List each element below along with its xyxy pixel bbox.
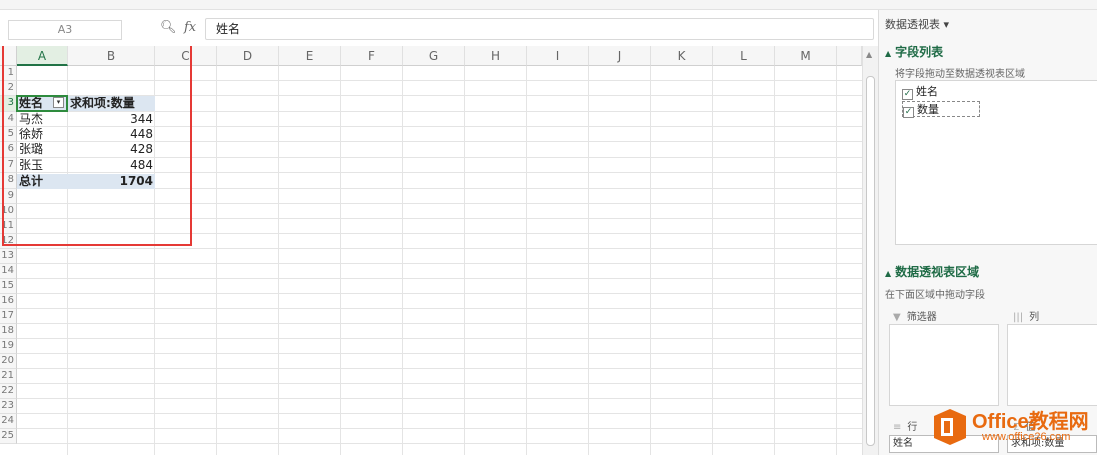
zoom-icon[interactable]: 🔍︎: [160, 20, 178, 38]
formula-bar: A3 🔍︎ fx 姓名: [0, 12, 878, 46]
spreadsheet-grid: A B C D E F G H I J K L M 1 2 3 4 5 6 7 8 9 10 11 12 13 14 15 16 17 18…: [0, 46, 862, 455]
grid-vline: [588, 66, 589, 455]
row-header[interactable]: 18: [0, 324, 17, 339]
column-header[interactable]: F: [341, 46, 403, 66]
grid-vline: [340, 66, 341, 455]
column-header[interactable]: I: [527, 46, 589, 66]
column-header[interactable]: E: [279, 46, 341, 66]
watermark-url: www.office26.com: [982, 431, 1071, 443]
watermark-title: Office教程网: [972, 411, 1089, 433]
column-header[interactable]: D: [217, 46, 279, 66]
field-label: 数量: [917, 103, 939, 116]
scrollbar-thumb[interactable]: [866, 76, 875, 446]
row-header[interactable]: 17: [0, 309, 17, 324]
grid-vline: [712, 66, 713, 455]
row-zone-label: ≡ 行: [893, 418, 917, 433]
field-item-name[interactable]: ✓ 姓名: [902, 84, 938, 100]
top-toolbar-strip: [0, 0, 1097, 10]
grid-hline: [17, 413, 862, 414]
grid-hline: [17, 293, 862, 294]
row-header[interactable]: 25: [0, 429, 17, 444]
field-list-title-text: 字段列表: [895, 45, 944, 59]
grid-hline: [17, 443, 862, 444]
column-zone-label: ||| 列: [1013, 308, 1039, 323]
row-header[interactable]: 19: [0, 339, 17, 354]
column-header[interactable]: K: [651, 46, 713, 66]
grid-hline: [17, 248, 862, 249]
column-header[interactable]: J: [589, 46, 651, 66]
grid-hline: [17, 263, 862, 264]
office-logo-icon: [934, 409, 966, 445]
name-box[interactable]: A3: [8, 20, 122, 40]
filter-zone-label: ▼ 筛选器: [893, 308, 937, 323]
field-list-box: ✓ 姓名 ✓ 数量: [895, 80, 1097, 245]
field-list-hint: 将字段拖动至数据透视表区域: [895, 69, 1025, 80]
pivot-task-pane: 数据透视表 ▾ ▲ 字段列表 将字段拖动至数据透视表区域 ✓ 姓名 ✓ 数量 ▲ 数据透…: [878, 10, 1097, 455]
highlight-annotation-box: [2, 46, 192, 246]
field-item-quantity[interactable]: ✓ 数量: [902, 101, 980, 118]
areas-hint: 在下面区域中拖动字段: [885, 290, 985, 301]
column-drop-zone[interactable]: [1007, 324, 1097, 406]
column-header[interactable]: G: [403, 46, 465, 66]
grid-hline: [17, 428, 862, 429]
pane-title[interactable]: 数据透视表 ▾: [885, 16, 949, 32]
grid-hline: [17, 368, 862, 369]
row-header[interactable]: 22: [0, 384, 17, 399]
grid-vline: [278, 66, 279, 455]
grid-hline: [17, 308, 862, 309]
row-header[interactable]: 21: [0, 369, 17, 384]
column-header-filler: [837, 46, 862, 66]
grid-hline: [17, 278, 862, 279]
grid-vline: [650, 66, 651, 455]
areas-title[interactable]: ▲ 数据透视表区域: [885, 263, 979, 280]
checkbox-checked-icon[interactable]: ✓: [903, 107, 914, 118]
grid-vline: [216, 66, 217, 455]
column-header[interactable]: L: [713, 46, 775, 66]
column-label-text: 列: [1029, 312, 1040, 323]
column-bars-icon: |||: [1013, 312, 1024, 323]
collapse-triangle-icon[interactable]: ▲: [885, 49, 891, 58]
collapse-triangle-icon[interactable]: ▲: [885, 269, 891, 278]
grid-vline: [774, 66, 775, 455]
row-header[interactable]: 13: [0, 249, 17, 264]
row-header[interactable]: 23: [0, 399, 17, 414]
column-header[interactable]: M: [775, 46, 837, 66]
grid-vline: [402, 66, 403, 455]
grid-vline: [836, 66, 837, 455]
filter-funnel-icon: ▼: [893, 312, 901, 323]
field-label: 姓名: [916, 85, 938, 98]
areas-title-text: 数据透视表区域: [895, 265, 980, 279]
scroll-up-icon[interactable]: ▲: [866, 50, 872, 59]
row-header[interactable]: 15: [0, 279, 17, 294]
grid-hline: [17, 338, 862, 339]
row-header[interactable]: 24: [0, 414, 17, 429]
grid-hline: [17, 353, 862, 354]
grid-hline: [17, 323, 862, 324]
watermark: Office教程网 www.office26.com: [930, 403, 1097, 455]
row-lines-icon: ≡: [893, 422, 902, 433]
filter-drop-zone[interactable]: [889, 324, 999, 406]
column-header[interactable]: H: [465, 46, 527, 66]
checkbox-checked-icon[interactable]: ✓: [902, 89, 913, 100]
fx-icon[interactable]: fx: [184, 20, 196, 35]
vertical-scrollbar[interactable]: ▲: [862, 46, 878, 455]
formula-input[interactable]: 姓名: [205, 18, 874, 40]
grid-hline: [17, 383, 862, 384]
row-header[interactable]: 16: [0, 294, 17, 309]
row-label-text: 行: [907, 422, 918, 433]
grid-vline: [464, 66, 465, 455]
row-header[interactable]: 14: [0, 264, 17, 279]
filter-label-text: 筛选器: [906, 312, 937, 323]
field-list-title[interactable]: ▲ 字段列表: [885, 43, 943, 60]
grid-vline: [526, 66, 527, 455]
row-header[interactable]: 20: [0, 354, 17, 369]
grid-hline: [17, 398, 862, 399]
